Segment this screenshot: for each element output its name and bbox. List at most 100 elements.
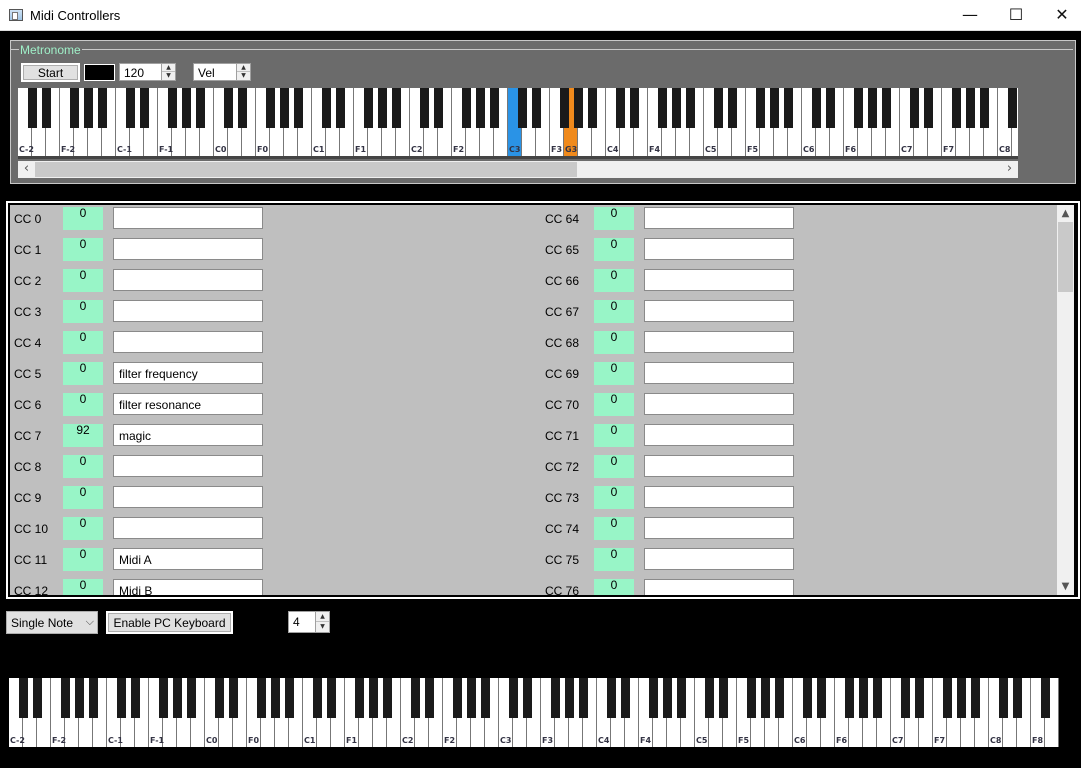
cc-name-input[interactable] bbox=[113, 517, 263, 539]
cc-name-input[interactable] bbox=[644, 579, 794, 595]
piano-black-key[interactable] bbox=[979, 88, 989, 128]
cc-value-slider[interactable]: 0 bbox=[594, 238, 634, 261]
piano-black-key[interactable] bbox=[676, 678, 686, 718]
piano-black-key[interactable] bbox=[578, 678, 588, 718]
piano-black-key[interactable] bbox=[74, 678, 84, 718]
piano-black-key[interactable] bbox=[970, 678, 980, 718]
scroll-right-icon[interactable]: › bbox=[1001, 161, 1018, 178]
piano-black-key[interactable] bbox=[662, 678, 672, 718]
piano-black-key[interactable] bbox=[433, 88, 443, 128]
piano-black-key[interactable] bbox=[1040, 678, 1050, 718]
cc-value-slider[interactable]: 0 bbox=[594, 424, 634, 447]
cc-value-slider[interactable]: 0 bbox=[63, 362, 103, 385]
cc-value-slider[interactable]: 0 bbox=[63, 300, 103, 323]
cc-value-slider[interactable]: 0 bbox=[63, 548, 103, 571]
scroll-up-icon[interactable]: ▲ bbox=[1057, 205, 1074, 222]
piano-black-key[interactable] bbox=[629, 88, 639, 128]
piano-black-key[interactable] bbox=[116, 678, 126, 718]
piano-black-key[interactable] bbox=[214, 678, 224, 718]
cc-value-slider[interactable]: 0 bbox=[63, 331, 103, 354]
piano-black-key[interactable] bbox=[755, 88, 765, 128]
piano-black-key[interactable] bbox=[998, 678, 1008, 718]
piano-black-key[interactable] bbox=[354, 678, 364, 718]
piano-black-key[interactable] bbox=[186, 678, 196, 718]
cc-value-slider[interactable]: 0 bbox=[594, 331, 634, 354]
maximize-button[interactable]: ☐ bbox=[993, 0, 1039, 31]
scroll-left-icon[interactable]: ‹ bbox=[18, 161, 35, 178]
piano-black-key[interactable] bbox=[270, 678, 280, 718]
metronome-piano-keyboard[interactable]: C-2 F-2 C-1 F-1 C0 F0 C1 F1 C2 F2 C3 F3 G3 C4 F4 C5 F5 C6… bbox=[18, 88, 1018, 159]
piano-black-key[interactable] bbox=[914, 678, 924, 718]
piano-black-key[interactable] bbox=[923, 88, 933, 128]
velocity-spinner[interactable]: Vel ▲ ▼ bbox=[193, 63, 251, 81]
cc-name-input[interactable] bbox=[113, 238, 263, 260]
cc-value-slider[interactable]: 0 bbox=[594, 548, 634, 571]
piano-black-key[interactable] bbox=[452, 678, 462, 718]
cc-name-input[interactable] bbox=[644, 238, 794, 260]
piano-black-key[interactable] bbox=[41, 88, 51, 128]
piano-black-key[interactable] bbox=[228, 678, 238, 718]
cc-name-input[interactable]: magic bbox=[113, 424, 263, 446]
piano-black-key[interactable] bbox=[321, 88, 331, 128]
piano-black-key[interactable] bbox=[489, 88, 499, 128]
piano-black-key[interactable] bbox=[648, 678, 658, 718]
piano-black-key[interactable] bbox=[657, 88, 667, 128]
close-button[interactable]: ✕ bbox=[1039, 0, 1081, 31]
vertical-scroll-thumb[interactable] bbox=[1058, 222, 1073, 292]
piano-black-key[interactable] bbox=[956, 678, 966, 718]
piano-black-key[interactable] bbox=[704, 678, 714, 718]
horizontal-scrollbar[interactable]: ‹ › bbox=[18, 161, 1018, 178]
piano-black-key[interactable] bbox=[88, 678, 98, 718]
piano-black-key[interactable] bbox=[475, 88, 485, 128]
piano-black-key[interactable] bbox=[615, 88, 625, 128]
cc-name-input[interactable] bbox=[644, 331, 794, 353]
cc-name-input[interactable] bbox=[644, 300, 794, 322]
piano-black-key[interactable] bbox=[620, 678, 630, 718]
piano-black-key[interactable] bbox=[195, 88, 205, 128]
piano-black-key[interactable] bbox=[461, 88, 471, 128]
cc-value-slider[interactable]: 0 bbox=[63, 269, 103, 292]
piano-black-key[interactable] bbox=[424, 678, 434, 718]
piano-black-key[interactable] bbox=[587, 88, 597, 128]
piano-black-key[interactable] bbox=[293, 88, 303, 128]
piano-black-key[interactable] bbox=[858, 678, 868, 718]
scroll-down-icon[interactable]: ▼ bbox=[1057, 578, 1074, 595]
piano-black-key[interactable] bbox=[466, 678, 476, 718]
piano-black-key[interactable] bbox=[363, 88, 373, 128]
cc-value-slider[interactable]: 0 bbox=[594, 207, 634, 230]
piano-black-key[interactable] bbox=[419, 88, 429, 128]
piano-black-key[interactable] bbox=[368, 678, 378, 718]
piano-black-key[interactable] bbox=[237, 88, 247, 128]
cc-name-input[interactable]: filter resonance bbox=[113, 393, 263, 415]
cc-name-input[interactable] bbox=[644, 269, 794, 291]
minimize-button[interactable]: — bbox=[947, 0, 993, 31]
cc-name-input[interactable] bbox=[113, 207, 263, 229]
cc-value-slider[interactable]: 92 bbox=[63, 424, 103, 447]
piano-black-key[interactable] bbox=[279, 88, 289, 128]
color-swatch[interactable] bbox=[84, 64, 115, 81]
cc-name-input[interactable] bbox=[644, 455, 794, 477]
piano-black-key[interactable] bbox=[965, 88, 975, 128]
piano-black-key[interactable] bbox=[872, 678, 882, 718]
cc-name-input[interactable] bbox=[113, 300, 263, 322]
main-piano-keyboard[interactable]: C-2 F-2 C-1 F-1 C0 F0 C1 F1 C2 F2 C3 F3 C4 F4 C5 F5 C6 F6… bbox=[9, 678, 1059, 747]
piano-black-key[interactable] bbox=[130, 678, 140, 718]
piano-black-key[interactable] bbox=[1012, 678, 1022, 718]
piano-black-key[interactable] bbox=[881, 88, 891, 128]
piano-black-key[interactable] bbox=[18, 678, 28, 718]
cc-value-slider[interactable]: 0 bbox=[594, 517, 634, 540]
cc-name-input[interactable] bbox=[644, 362, 794, 384]
piano-black-key[interactable] bbox=[522, 678, 532, 718]
cc-value-slider[interactable]: 0 bbox=[594, 579, 634, 595]
piano-black-key[interactable] bbox=[550, 678, 560, 718]
vertical-scrollbar[interactable]: ▲ ▼ bbox=[1057, 205, 1074, 595]
piano-black-key[interactable] bbox=[284, 678, 294, 718]
piano-black-key[interactable] bbox=[158, 678, 168, 718]
piano-black-key[interactable] bbox=[32, 678, 42, 718]
cc-value-slider[interactable]: 0 bbox=[594, 300, 634, 323]
piano-black-key[interactable] bbox=[410, 678, 420, 718]
cc-name-input[interactable] bbox=[644, 424, 794, 446]
piano-black-key[interactable] bbox=[326, 678, 336, 718]
cc-value-slider[interactable]: 0 bbox=[594, 486, 634, 509]
piano-black-key[interactable] bbox=[391, 88, 401, 128]
